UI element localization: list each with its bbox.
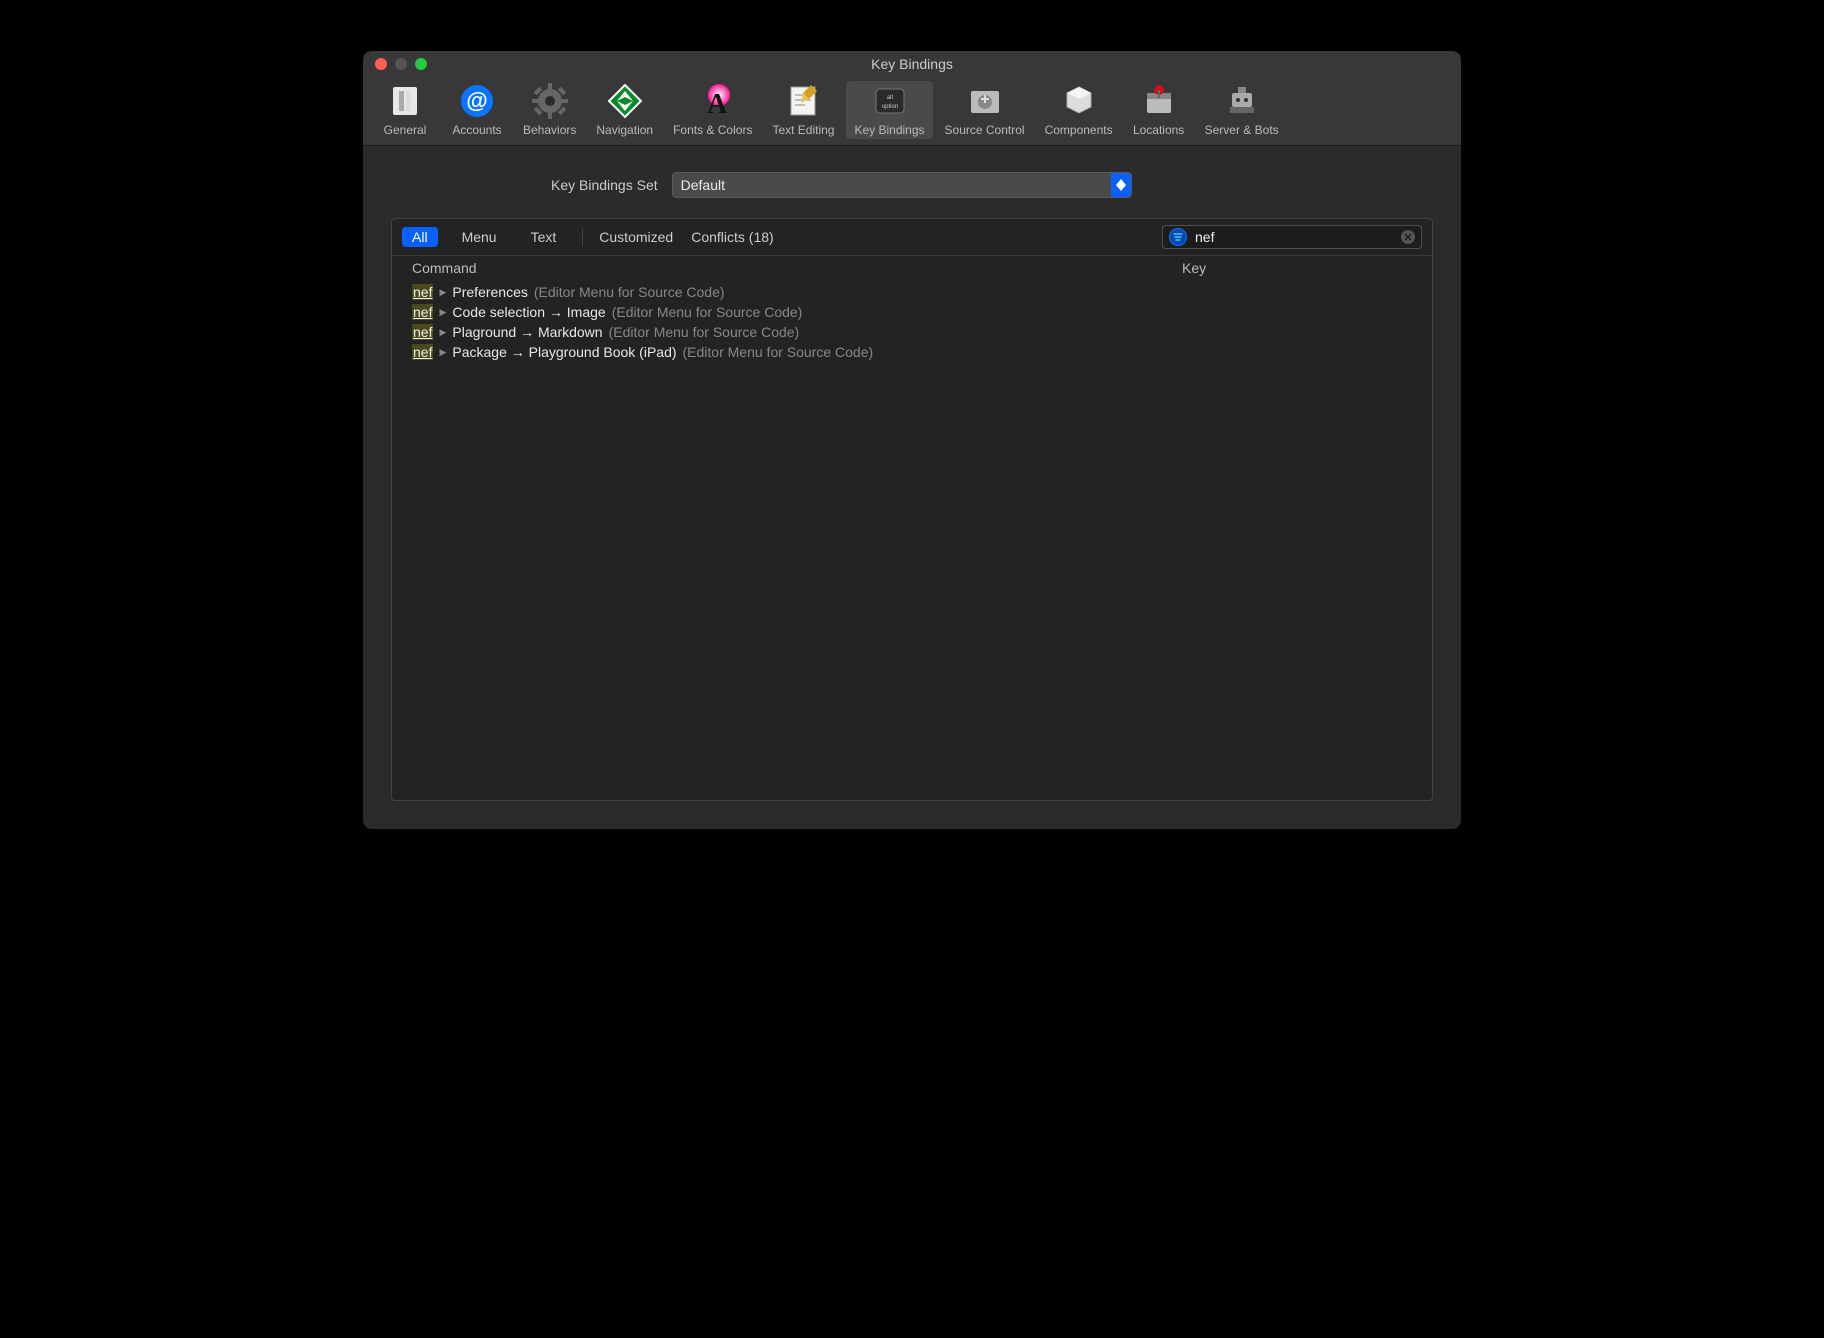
filter-links: Customized Conflicts (18) xyxy=(599,229,773,245)
command-context: (Editor Menu for Source Code) xyxy=(609,324,800,340)
panel-toolbar: All Menu Text Customized Conflicts (18) xyxy=(392,219,1432,256)
tab-label: Components xyxy=(1045,123,1113,137)
key-bindings-pane: Key Bindings Set Default All Menu Text C… xyxy=(363,146,1461,829)
locations-icon xyxy=(1141,83,1177,119)
preferences-toolbar: General @ Accounts Behaviors Navigation xyxy=(363,77,1461,146)
scope-tabs: All Menu Text xyxy=(402,227,566,247)
list-item[interactable]: nef ▶ Plaground → Markdown (Editor Menu … xyxy=(412,322,1412,342)
bindings-panel: All Menu Text Customized Conflicts (18) xyxy=(391,218,1433,801)
preferences-window: Key Bindings General @ Accounts Behavior… xyxy=(362,50,1462,830)
key-bindings-set-label: Key Bindings Set xyxy=(551,177,658,193)
key-bindings-set-row: Key Bindings Set Default xyxy=(391,172,1433,198)
general-icon xyxy=(387,83,423,119)
match-highlight: nef xyxy=(412,304,433,320)
fonts-colors-icon: A xyxy=(695,83,731,119)
key-bindings-set-select[interactable]: Default xyxy=(672,172,1132,198)
column-command: Command xyxy=(412,260,1182,276)
tab-general[interactable]: General xyxy=(371,81,439,139)
match-highlight: nef xyxy=(412,344,433,360)
key-bindings-set-value: Default xyxy=(681,177,725,193)
tab-label: Locations xyxy=(1133,123,1184,137)
command-path: Plaground → Markdown xyxy=(452,324,602,340)
tab-label: General xyxy=(384,123,427,137)
svg-text:alt: alt xyxy=(886,95,893,101)
server-bots-icon xyxy=(1224,83,1260,119)
command-path: Package → Playground Book (iPad) xyxy=(452,344,676,360)
list-item[interactable]: nef ▶ Code selection → Image (Editor Men… xyxy=(412,302,1412,322)
tab-text-editing[interactable]: Text Editing xyxy=(764,81,842,139)
triangle-icon: ▶ xyxy=(439,347,446,358)
divider xyxy=(582,228,583,246)
navigation-icon xyxy=(607,83,643,119)
tab-accounts[interactable]: @ Accounts xyxy=(443,81,511,139)
search-field[interactable] xyxy=(1162,225,1422,249)
match-highlight: nef xyxy=(412,284,433,300)
scope-tab-text[interactable]: Text xyxy=(521,227,567,247)
tab-label: Accounts xyxy=(452,123,501,137)
chevron-up-down-icon xyxy=(1111,173,1131,197)
list-item[interactable]: nef ▶ Package → Playground Book (iPad) (… xyxy=(412,342,1412,362)
window-title: Key Bindings xyxy=(363,56,1461,72)
match-highlight: nef xyxy=(412,324,433,340)
titlebar: Key Bindings xyxy=(363,51,1461,77)
triangle-icon: ▶ xyxy=(439,327,446,338)
source-control-icon xyxy=(967,83,1003,119)
svg-text:option: option xyxy=(881,104,897,110)
tab-behaviors[interactable]: Behaviors xyxy=(515,81,584,139)
filter-scope-icon[interactable] xyxy=(1169,228,1187,246)
scope-tab-menu[interactable]: Menu xyxy=(452,227,507,247)
results-list: nef ▶ Preferences (Editor Menu for Sourc… xyxy=(392,280,1432,364)
tab-locations[interactable]: Locations xyxy=(1125,81,1193,139)
traffic-lights xyxy=(375,58,427,70)
clear-search-button[interactable] xyxy=(1401,230,1415,244)
filter-customized[interactable]: Customized xyxy=(599,229,673,245)
tab-navigation[interactable]: Navigation xyxy=(588,81,661,139)
tab-label: Source Control xyxy=(945,123,1025,137)
text-editing-icon xyxy=(785,83,821,119)
filter-conflicts[interactable]: Conflicts (18) xyxy=(691,229,773,245)
tab-label: Fonts & Colors xyxy=(673,123,752,137)
components-icon xyxy=(1061,83,1097,119)
key-bindings-icon: alt option xyxy=(872,83,908,119)
tab-key-bindings[interactable]: alt option Key Bindings xyxy=(846,81,932,139)
svg-text:@: @ xyxy=(466,88,487,113)
minimize-window-button[interactable] xyxy=(395,58,407,70)
command-context: (Editor Menu for Source Code) xyxy=(683,344,874,360)
list-item[interactable]: nef ▶ Preferences (Editor Menu for Sourc… xyxy=(412,282,1412,302)
close-window-button[interactable] xyxy=(375,58,387,70)
tab-fonts-colors[interactable]: A Fonts & Colors xyxy=(665,81,760,139)
scope-tab-all[interactable]: All xyxy=(402,227,438,247)
command-path: Preferences xyxy=(452,284,527,300)
tab-source-control[interactable]: Source Control xyxy=(937,81,1033,139)
column-key: Key xyxy=(1182,260,1206,276)
search-input[interactable] xyxy=(1195,229,1393,245)
tab-label: Key Bindings xyxy=(854,123,924,137)
tab-label: Behaviors xyxy=(523,123,576,137)
command-path: Code selection → Image xyxy=(452,304,605,320)
tab-label: Server & Bots xyxy=(1205,123,1279,137)
command-context: (Editor Menu for Source Code) xyxy=(534,284,725,300)
triangle-icon: ▶ xyxy=(439,287,446,298)
tab-label: Text Editing xyxy=(772,123,834,137)
column-headers: Command Key xyxy=(392,256,1432,280)
svg-text:A: A xyxy=(707,89,728,119)
triangle-icon: ▶ xyxy=(439,307,446,318)
tab-label: Navigation xyxy=(596,123,653,137)
command-context: (Editor Menu for Source Code) xyxy=(612,304,803,320)
zoom-window-button[interactable] xyxy=(415,58,427,70)
accounts-icon: @ xyxy=(459,83,495,119)
gear-icon xyxy=(532,83,568,119)
tab-components[interactable]: Components xyxy=(1037,81,1121,139)
tab-server-bots[interactable]: Server & Bots xyxy=(1197,81,1287,139)
